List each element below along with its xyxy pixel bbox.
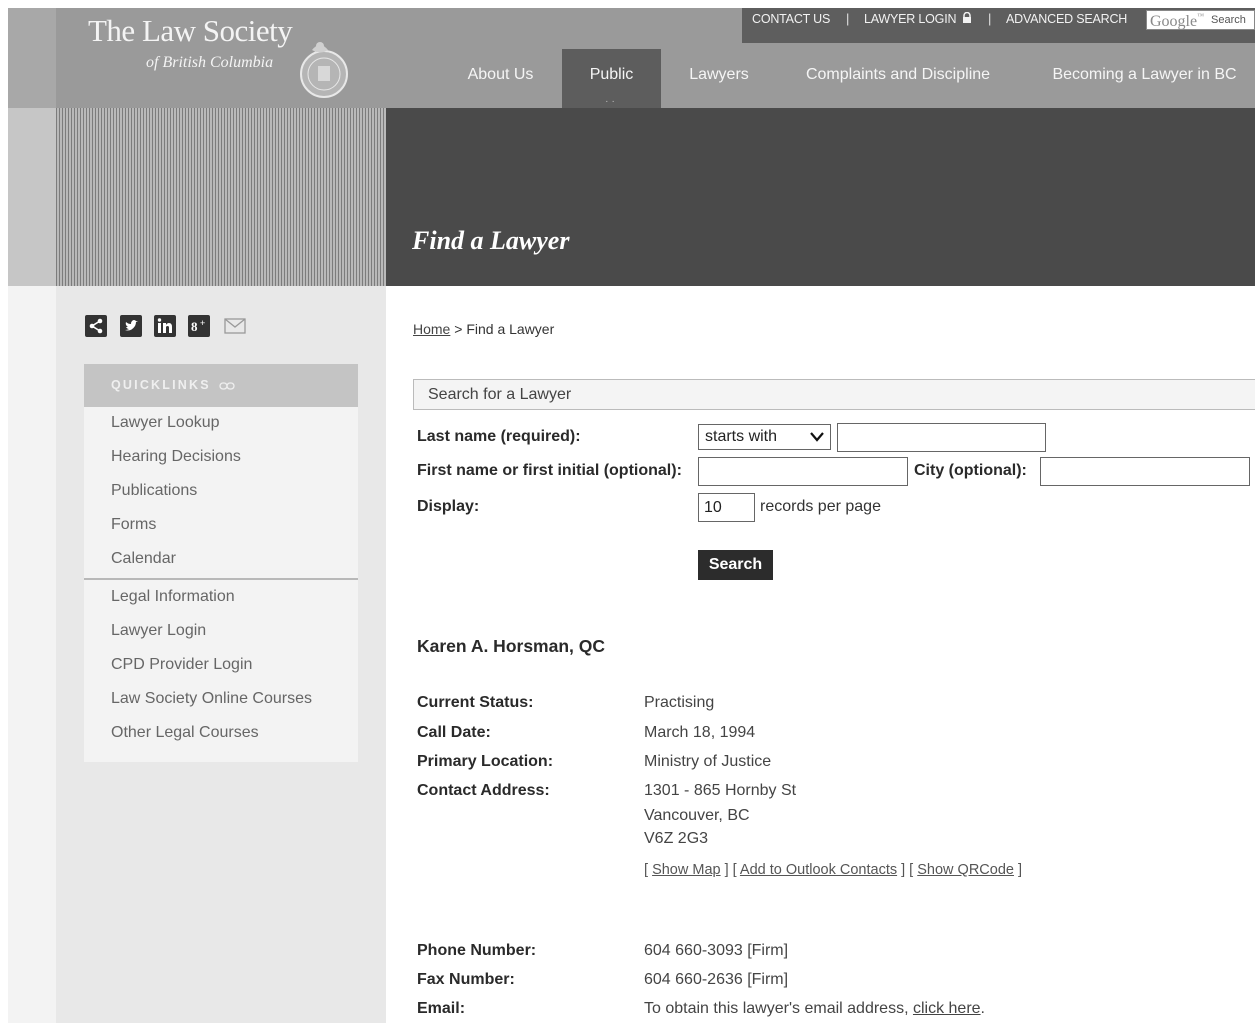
chain-link-icon: [219, 382, 236, 390]
address-actions: [ Show Map ] [ Add to Outlook Contacts ]…: [644, 862, 1023, 878]
last-name-label: Last name (required):: [417, 428, 581, 445]
google-logo: Google™: [1150, 12, 1204, 30]
email-label: Email:: [417, 1000, 466, 1017]
display-label: Display:: [417, 498, 480, 515]
svg-text:+: +: [200, 318, 205, 328]
records-per-page-value: 10: [704, 499, 722, 516]
quicklink-legal-information[interactable]: Legal Information: [84, 581, 358, 615]
breadcrumb-current: Find a Lawyer: [466, 321, 555, 337]
society-seal-icon: [300, 42, 348, 98]
chevron-down-icon: [810, 432, 824, 442]
twitter-icon[interactable]: [120, 315, 142, 337]
contact-us-link[interactable]: CONTACT US: [752, 12, 830, 26]
nav-complaints-and-discipline[interactable]: Complaints and Discipline: [790, 49, 1006, 108]
call-date-value: March 18, 1994: [644, 724, 756, 741]
breadcrumb-separator: >: [454, 321, 463, 337]
address-line-2: Vancouver, BC: [644, 807, 750, 824]
quicklinks-divider: [84, 578, 358, 580]
nav-lawyers[interactable]: Lawyers: [676, 49, 762, 108]
main-content: Home > Find a Lawyer Search for a Lawyer…: [386, 286, 1255, 1023]
records-per-page-input[interactable]: 10: [698, 493, 755, 522]
quicklink-lawyer-lookup[interactable]: Lawyer Lookup: [84, 407, 358, 441]
share-icon[interactable]: [85, 315, 107, 337]
page-title: Find a Lawyer: [412, 226, 570, 255]
lawyer-name: Karen A. Horsman, QC: [417, 636, 606, 656]
primary-location-label: Primary Location:: [417, 753, 554, 770]
status-label: Current Status:: [417, 694, 534, 711]
quicklink-other-legal-courses[interactable]: Other Legal Courses: [84, 717, 358, 751]
quicklink-online-courses[interactable]: Law Society Online Courses: [84, 683, 358, 717]
email-text: To obtain this lawyer's email address,: [644, 1000, 909, 1017]
svg-text:8: 8: [191, 319, 198, 334]
site-header: The Law Society of British Columbia CONT…: [8, 8, 1255, 108]
search-button[interactable]: Search: [698, 550, 773, 580]
nav-active-indicator: ··: [605, 96, 618, 107]
google-search-input[interactable]: Google™ Search: [1146, 10, 1255, 30]
quicklinks-heading: QUICKLINKS: [84, 364, 358, 407]
phone-label: Phone Number:: [417, 942, 537, 959]
match-select-value: starts with: [705, 428, 778, 445]
page-banner: Find a Lawyer: [386, 108, 1255, 286]
google-search-placeholder: Search: [1211, 14, 1246, 26]
google-plus-icon[interactable]: 8 +: [188, 315, 210, 337]
quicklinks-panel: QUICKLINKS Lawyer Lookup Hearing Decisio…: [84, 364, 358, 762]
fax-label: Fax Number:: [417, 971, 515, 988]
breadcrumb-home-link[interactable]: Home: [413, 321, 450, 337]
lock-icon: [963, 12, 972, 23]
linkedin-icon[interactable]: [154, 315, 176, 337]
banner-left-strip: [8, 108, 56, 286]
quicklink-hearing-decisions[interactable]: Hearing Decisions: [84, 441, 358, 475]
show-map-link[interactable]: Show Map: [652, 862, 721, 878]
quicklink-publications[interactable]: Publications: [84, 475, 358, 509]
quicklink-cpd-provider-login[interactable]: CPD Provider Login: [84, 649, 358, 683]
address-line-3: V6Z 2G3: [644, 830, 709, 847]
search-panel-header: Search for a Lawyer: [413, 379, 1255, 410]
first-name-input[interactable]: [698, 457, 908, 486]
email-end: .: [980, 1000, 985, 1017]
city-input[interactable]: [1040, 457, 1250, 486]
quicklink-forms[interactable]: Forms: [84, 509, 358, 543]
first-name-label: First name or first initial (optional):: [417, 462, 682, 479]
logo-title: The Law Society: [88, 13, 293, 48]
body-left-strip: [8, 286, 56, 1023]
utility-separator: |: [846, 11, 850, 26]
phone-value: 604 660-3093 [Firm]: [644, 942, 789, 959]
nav-becoming-a-lawyer[interactable]: Becoming a Lawyer in BC: [1034, 49, 1255, 108]
utility-bar: CONTACT US | LAWYER LOGIN | ADVANCED SEA…: [742, 8, 1255, 43]
quicklink-calendar[interactable]: Calendar: [84, 543, 358, 577]
email-value: To obtain this lawyer's email address, c…: [644, 997, 985, 1021]
show-qrcode-link[interactable]: Show QRCode: [917, 862, 1014, 878]
email-icon[interactable]: [224, 315, 246, 337]
banner-image: [56, 108, 386, 286]
nav-public[interactable]: Public ··: [562, 49, 661, 108]
quicklink-lawyer-login[interactable]: Lawyer Login: [84, 615, 358, 649]
address-line-1: 1301 - 865 Hornby St: [644, 782, 797, 799]
status-value: Practising: [644, 694, 715, 711]
breadcrumb: Home > Find a Lawyer: [413, 321, 554, 337]
lawyer-login-label: LAWYER LOGIN: [864, 12, 957, 26]
add-to-outlook-link[interactable]: Add to Outlook Contacts: [740, 862, 897, 878]
header-left-strip: [8, 8, 56, 108]
sidebar: 8 + QUICKLINKS Lawyer Lookup Hearing Deci…: [56, 286, 386, 1023]
fax-value: 604 660-2636 [Firm]: [644, 971, 789, 988]
records-per-page-label: records per page: [760, 498, 881, 515]
logo-subtitle: of British Columbia: [146, 54, 274, 71]
advanced-search-link[interactable]: ADVANCED SEARCH: [1006, 12, 1127, 26]
contact-address-label: Contact Address:: [417, 782, 550, 799]
nav-about-us[interactable]: About Us: [448, 49, 553, 108]
last-name-match-select[interactable]: starts with: [698, 424, 831, 450]
primary-location-value: Ministry of Justice: [644, 753, 772, 770]
utility-separator: |: [988, 11, 992, 26]
lawyer-login-link[interactable]: LAWYER LOGIN: [864, 12, 973, 26]
site-logo[interactable]: The Law Society of British Columbia: [88, 13, 293, 72]
last-name-input[interactable]: [837, 423, 1046, 452]
city-label: City (optional):: [914, 462, 1027, 479]
email-click-here-link[interactable]: click here: [913, 1000, 981, 1017]
call-date-label: Call Date:: [417, 724, 491, 741]
